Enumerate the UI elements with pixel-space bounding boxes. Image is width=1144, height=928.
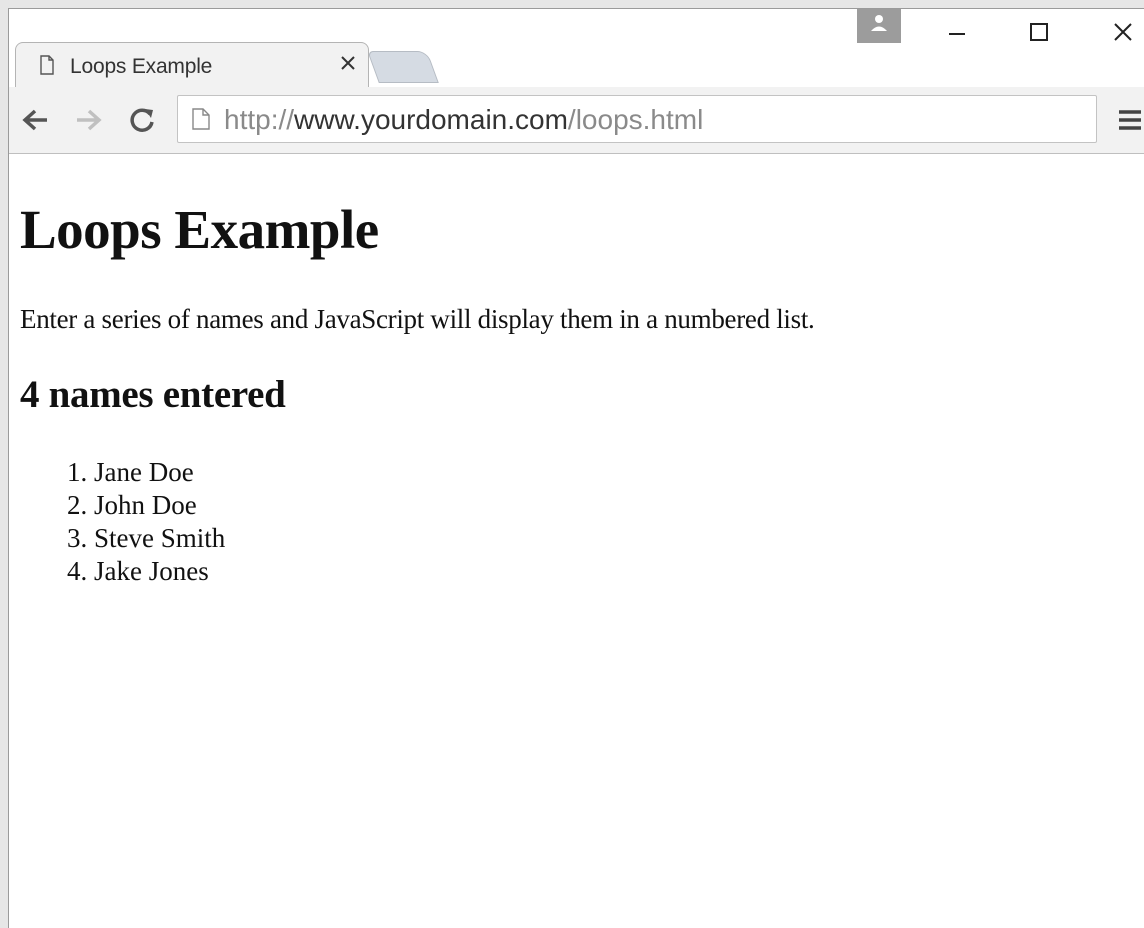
- list-item: John Doe: [94, 489, 225, 522]
- browser-window: Loops Example http://www.yourdomain.com/…: [8, 8, 1144, 928]
- list-item: Jane Doe: [94, 456, 225, 489]
- back-arrow-icon[interactable]: [19, 105, 53, 135]
- url-scheme: http://: [224, 104, 295, 135]
- browser-toolbar: http://www.yourdomain.com/loops.html: [9, 87, 1144, 154]
- page-content: Loops Example Enter a series of names an…: [9, 154, 1144, 928]
- page-icon: [192, 108, 210, 130]
- list-item: Jake Jones: [94, 555, 225, 588]
- url-text: http://www.yourdomain.com/loops.html: [224, 104, 703, 136]
- minimize-icon[interactable]: [937, 17, 977, 47]
- list-item: Steve Smith: [94, 522, 225, 555]
- new-tab-button[interactable]: [367, 51, 439, 83]
- count-heading: 4 names entered: [20, 373, 286, 416]
- window-close-icon[interactable]: [1103, 17, 1143, 47]
- reload-icon[interactable]: [125, 105, 159, 135]
- page-description: Enter a series of names and JavaScript w…: [20, 304, 815, 334]
- tab-title: Loops Example: [70, 55, 213, 78]
- page-icon: [40, 55, 54, 75]
- close-icon[interactable]: [338, 53, 358, 73]
- hamburger-menu-icon[interactable]: [1115, 105, 1144, 135]
- page-title: Loops Example: [20, 199, 379, 260]
- url-path: /loops.html: [567, 104, 704, 135]
- maximize-icon[interactable]: [1019, 17, 1059, 47]
- url-host: www.yourdomain.com: [294, 104, 568, 135]
- tab-loops-example[interactable]: Loops Example: [15, 42, 369, 88]
- address-bar[interactable]: http://www.yourdomain.com/loops.html: [177, 95, 1097, 143]
- names-list: Jane Doe John Doe Steve Smith Jake Jones: [9, 456, 225, 588]
- forward-arrow-icon[interactable]: [71, 105, 105, 135]
- title-bar: Loops Example: [9, 9, 1144, 88]
- person-icon[interactable]: [857, 9, 901, 43]
